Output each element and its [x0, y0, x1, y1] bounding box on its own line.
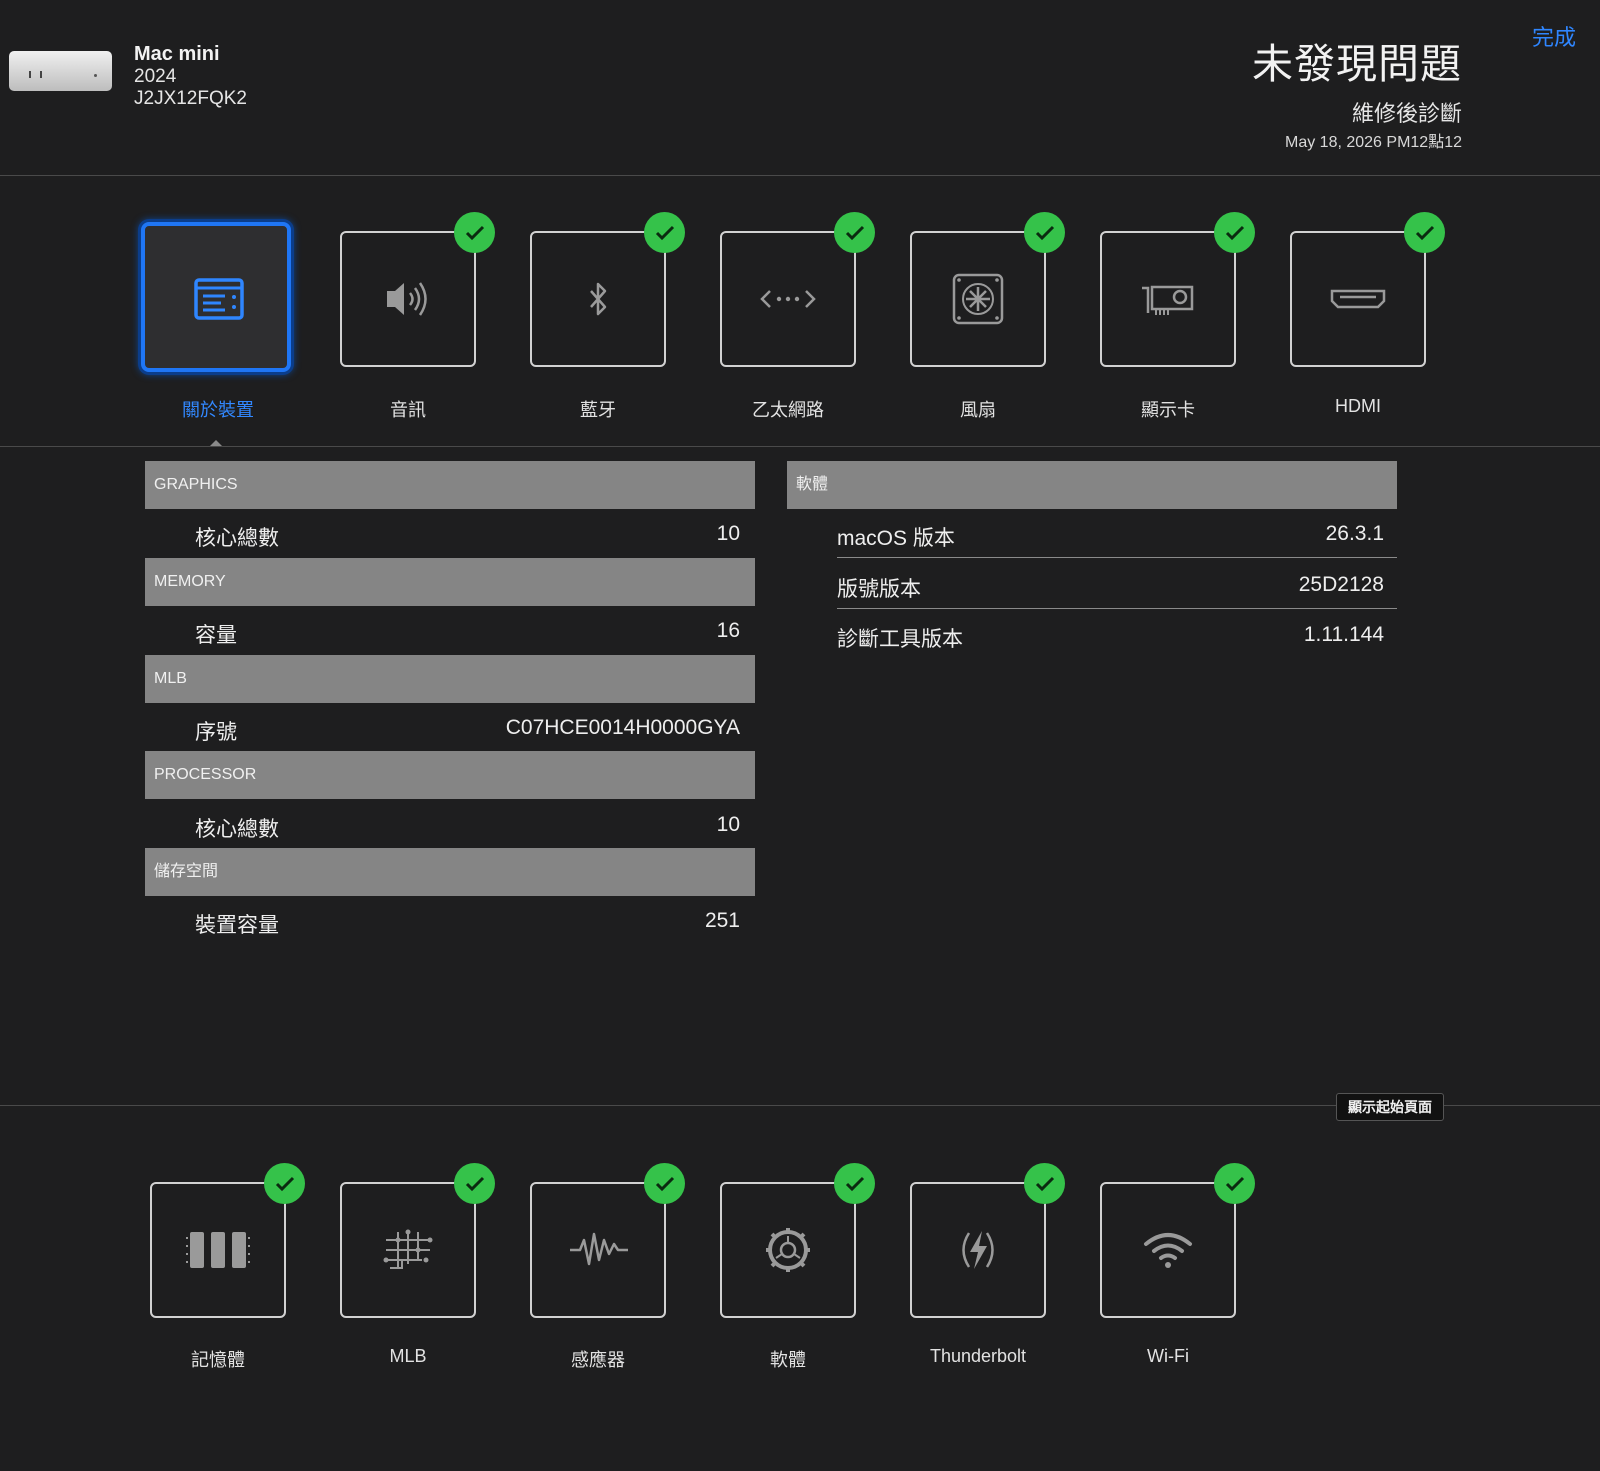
tile-bluetooth[interactable] [530, 231, 666, 367]
row-value: 1.11.144 [1303, 623, 1384, 646]
section-header-memory: MEMORY [145, 558, 755, 606]
check-icon [454, 212, 495, 253]
tile-label-fan[interactable]: 風扇 [883, 396, 1073, 422]
tile-hdmi[interactable] [1290, 231, 1426, 367]
check-icon [454, 1163, 495, 1204]
tile-label-hdmi[interactable]: HDMI [1263, 396, 1453, 417]
tile-label-memory[interactable]: 記憶體 [123, 1346, 313, 1372]
tile-label-wifi[interactable]: Wi-Fi [1073, 1346, 1263, 1367]
result-date: May 18, 2026 PM12點12 [1285, 134, 1462, 151]
mac-mini-image [9, 51, 112, 91]
section-header-storage: 儲存空間 [145, 848, 755, 896]
tile-label-thunderbolt[interactable]: Thunderbolt [883, 1346, 1073, 1367]
row-divider [837, 557, 1397, 558]
row-value: 10 [716, 522, 740, 545]
check-icon [1024, 212, 1065, 253]
row-label: 容量 [195, 624, 237, 647]
row-label: 序號 [195, 721, 237, 744]
device-year: 2024 [134, 66, 177, 87]
tile-label-bluetooth[interactable]: 藍牙 [503, 396, 693, 422]
row-label: 核心總數 [195, 818, 279, 841]
row-label: 診斷工具版本 [837, 628, 963, 651]
graphics-card-icon [1142, 285, 1194, 315]
check-icon [1214, 1163, 1255, 1204]
tile-ethernet[interactable] [720, 231, 856, 367]
tile-audio[interactable] [340, 231, 476, 367]
memory-icon [186, 1232, 250, 1268]
tile-thunderbolt[interactable] [910, 1182, 1046, 1318]
show-home-button[interactable]: 顯示起始頁面 [1336, 1093, 1444, 1121]
section-header-software: 軟體 [787, 461, 1397, 509]
result-subtitle: 維修後診斷 [1351, 101, 1462, 126]
tile-label-software[interactable]: 軟體 [693, 1346, 883, 1372]
check-icon [264, 1163, 305, 1204]
sensor-waveform-icon [570, 1232, 628, 1266]
row-value: 10 [716, 813, 740, 836]
section-header-processor: PROCESSOR [145, 751, 755, 799]
tile-label-sensors[interactable]: 感應器 [503, 1346, 693, 1372]
tile-label-ethernet[interactable]: 乙太網路 [693, 396, 883, 422]
software-gear-icon [766, 1228, 810, 1272]
header-divider [0, 175, 1600, 176]
row-label: 核心總數 [195, 527, 279, 550]
bluetooth-icon [590, 282, 607, 316]
tile-mlb[interactable] [340, 1182, 476, 1318]
tile-label-audio[interactable]: 音訊 [313, 396, 503, 422]
device-serial: J2JX12FQK2 [134, 88, 247, 109]
section-header-graphics: GRAPHICS [145, 461, 755, 509]
thunderbolt-icon [962, 1231, 994, 1269]
row-label: 裝置容量 [195, 914, 279, 937]
wifi-icon [1144, 1233, 1192, 1268]
ethernet-icon [760, 290, 816, 308]
tile-sensors[interactable] [530, 1182, 666, 1318]
device-name: Mac mini [134, 43, 220, 65]
row-value: 251 [704, 909, 740, 932]
check-icon [1024, 1163, 1065, 1204]
info-panel-icon [194, 278, 244, 320]
check-icon [1214, 212, 1255, 253]
result-title: 未發現問題 [1252, 41, 1462, 87]
tile-wifi[interactable] [1100, 1182, 1236, 1318]
tile-software[interactable] [720, 1182, 856, 1318]
check-icon [834, 1163, 875, 1204]
row-label: 版號版本 [837, 578, 921, 601]
hdmi-icon [1330, 289, 1386, 309]
row-divider [837, 608, 1397, 609]
row-value: 26.3.1 [1325, 522, 1384, 545]
tile-fan[interactable] [910, 231, 1046, 367]
check-icon [644, 212, 685, 253]
tile-label-about-device[interactable]: 關於裝置 [123, 396, 313, 422]
check-icon [644, 1163, 685, 1204]
logic-board-icon [383, 1229, 433, 1269]
fan-icon [952, 273, 1004, 325]
check-icon [834, 212, 875, 253]
tile-about-device[interactable] [141, 222, 291, 372]
row-value: 25D2128 [1298, 573, 1384, 596]
section-header-mlb: MLB [145, 655, 755, 703]
speaker-icon [387, 282, 427, 316]
tile-label-graphics-card[interactable]: 顯示卡 [1073, 396, 1263, 422]
tile-label-mlb[interactable]: MLB [313, 1346, 503, 1367]
row-value: 16 [716, 619, 740, 642]
done-button[interactable]: 完成 [1532, 20, 1576, 52]
row-value: C07HCE0014H0000GYA [505, 716, 740, 739]
check-icon [1404, 212, 1445, 253]
row-label: macOS 版本 [837, 527, 955, 550]
tiles-divider [0, 446, 1600, 447]
tile-memory[interactable] [150, 1182, 286, 1318]
tile-graphics-card[interactable] [1100, 231, 1236, 367]
